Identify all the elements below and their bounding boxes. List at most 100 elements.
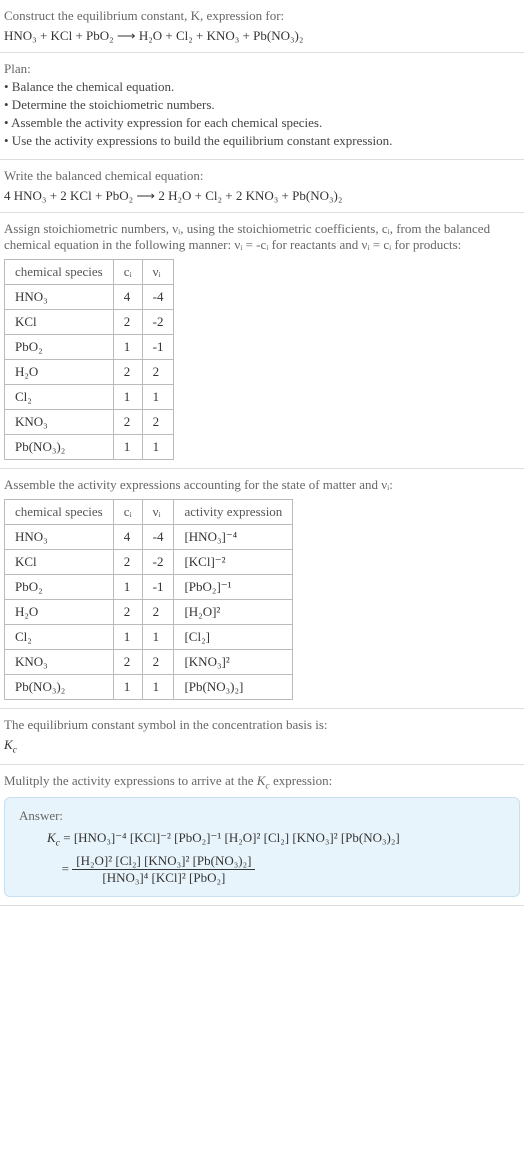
plan-item: • Balance the chemical equation. [4,79,520,95]
cell-v: -4 [142,525,174,550]
cell-c: 4 [113,285,142,310]
stoich-table: chemical species cᵢ νᵢ HNO₃4-4 KCl2-2 Pb… [4,259,174,460]
cell-c: 2 [113,550,142,575]
cell-v: 2 [142,360,174,385]
table-header-row: chemical species cᵢ νᵢ [5,260,174,285]
cell-species: Pb(NO₃)₂ [5,675,114,700]
cell-c: 1 [113,435,142,460]
cell-activity: [H₂O]² [174,600,293,625]
col-c: cᵢ [113,260,142,285]
cell-v: -2 [142,550,174,575]
col-species: chemical species [5,260,114,285]
table-row: HNO₃4-4 [5,285,174,310]
multiply-prompt: Mulitply the activity expressions to arr… [4,773,520,792]
symbol-section: The equilibrium constant symbol in the c… [0,709,524,765]
table-row: Cl₂11 [5,385,174,410]
answer-numerator: [H₂O]² [Cl₂] [KNO₃]² [Pb(NO₃)₂] [72,853,255,870]
header-section: Construct the equilibrium constant, K, e… [0,0,524,53]
cell-c: 2 [113,360,142,385]
col-species: chemical species [5,500,114,525]
cell-activity: [PbO₂]⁻¹ [174,575,293,600]
cell-species: H₂O [5,360,114,385]
cell-v: -1 [142,575,174,600]
plan-title: Plan: [4,61,520,77]
table-row: KCl2-2[KCl]⁻² [5,550,293,575]
cell-activity: [KNO₃]² [174,650,293,675]
cell-v: -4 [142,285,174,310]
table-row: KCl2-2 [5,310,174,335]
cell-c: 4 [113,525,142,550]
cell-activity: [Cl₂] [174,625,293,650]
cell-v: 1 [142,435,174,460]
cell-v: 1 [142,675,174,700]
table-row: Cl₂11[Cl₂] [5,625,293,650]
cell-v: -1 [142,335,174,360]
table-row: HNO₃4-4[HNO₃]⁻⁴ [5,525,293,550]
table-row: KNO₃22 [5,410,174,435]
cell-activity: [KCl]⁻² [174,550,293,575]
table-row: KNO₃22[KNO₃]² [5,650,293,675]
cell-c: 2 [113,600,142,625]
col-v: νᵢ [142,500,174,525]
answer-fraction: [H₂O]² [Cl₂] [KNO₃]² [Pb(NO₃)₂] [HNO₃]⁴ … [72,853,255,886]
cell-activity: [Pb(NO₃)₂] [174,675,293,700]
cell-species: Cl₂ [5,385,114,410]
cell-activity: [HNO₃]⁻⁴ [174,525,293,550]
plan-item: • Determine the stoichiometric numbers. [4,97,520,113]
header-prompt-text: Construct the equilibrium constant, K, e… [4,8,284,23]
cell-v: 2 [142,650,174,675]
cell-species: KCl [5,310,114,335]
cell-c: 1 [113,335,142,360]
stoich-section: Assign stoichiometric numbers, νᵢ, using… [0,213,524,469]
table-row: PbO₂1-1[PbO₂]⁻¹ [5,575,293,600]
cell-species: PbO₂ [5,575,114,600]
col-v: νᵢ [142,260,174,285]
header-reaction: HNO₃ + KCl + PbO₂ ⟶ H₂O + Cl₂ + KNO₃ + P… [4,28,520,44]
table-row: Pb(NO₃)₂11[Pb(NO₃)₂] [5,675,293,700]
cell-c: 2 [113,310,142,335]
col-c: cᵢ [113,500,142,525]
answer-label: Answer: [19,808,505,824]
cell-species: H₂O [5,600,114,625]
equals-sign: = [47,861,69,877]
col-activity: activity expression [174,500,293,525]
balanced-section: Write the balanced chemical equation: 4 … [0,160,524,213]
symbol-prompt: The equilibrium constant symbol in the c… [4,717,520,733]
balanced-prompt: Write the balanced chemical equation: [4,168,520,184]
balanced-equation: 4 HNO₃ + 2 KCl + PbO₂ ⟶ 2 H₂O + Cl₂ + 2 … [4,188,520,204]
answer-denominator: [HNO₃]⁴ [KCl]² [PbO₂] [72,870,255,886]
cell-c: 1 [113,675,142,700]
plan-item: • Assemble the activity expression for e… [4,115,520,131]
cell-c: 1 [113,385,142,410]
cell-c: 1 [113,575,142,600]
activity-prompt: Assemble the activity expressions accoun… [4,477,520,493]
multiply-section: Mulitply the activity expressions to arr… [0,765,524,906]
cell-c: 2 [113,650,142,675]
cell-v: 2 [142,600,174,625]
cell-species: KCl [5,550,114,575]
cell-v: 1 [142,625,174,650]
plan-item: • Use the activity expressions to build … [4,133,520,149]
cell-species: Cl₂ [5,625,114,650]
answer-line2: = [H₂O]² [Cl₂] [KNO₃]² [Pb(NO₃)₂] [HNO₃]… [47,853,505,886]
answer-expression: Kc = K_c = [HNO₃]⁻⁴ [KCl]⁻² [PbO₂]⁻¹ [H₂… [47,830,505,886]
table-row: H₂O22[H₂O]² [5,600,293,625]
stoich-prompt: Assign stoichiometric numbers, νᵢ, using… [4,221,520,253]
cell-species: PbO₂ [5,335,114,360]
header-prompt: Construct the equilibrium constant, K, e… [4,8,520,24]
cell-species: HNO₃ [5,285,114,310]
table-row: PbO₂1-1 [5,335,174,360]
cell-v: 2 [142,410,174,435]
cell-c: 2 [113,410,142,435]
table-row: Pb(NO₃)₂11 [5,435,174,460]
answer-box: Answer: Kc = K_c = [HNO₃]⁻⁴ [KCl]⁻² [PbO… [4,797,520,897]
symbol-value: Kc [4,737,520,756]
cell-c: 1 [113,625,142,650]
cell-v: -2 [142,310,174,335]
cell-species: KNO₃ [5,650,114,675]
table-row: H₂O22 [5,360,174,385]
activity-section: Assemble the activity expressions accoun… [0,469,524,709]
cell-species: HNO₃ [5,525,114,550]
cell-species: KNO₃ [5,410,114,435]
plan-section: Plan: • Balance the chemical equation. •… [0,53,524,160]
